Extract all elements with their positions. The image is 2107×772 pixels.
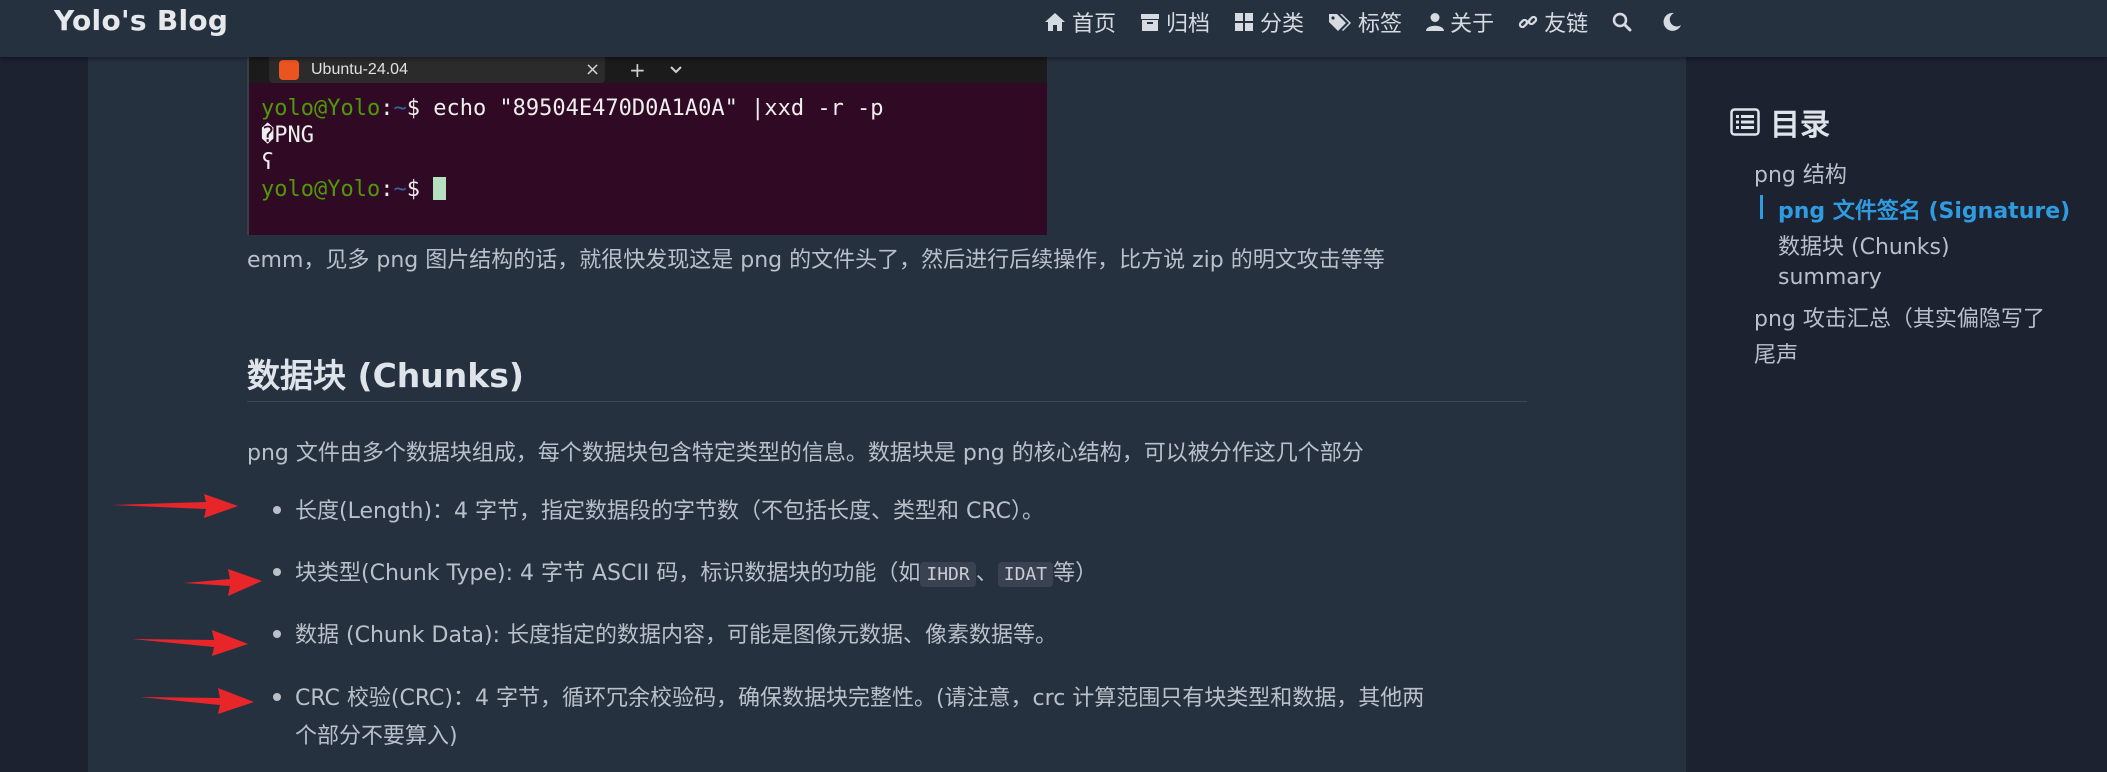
- toc-item[interactable]: png 结构: [1754, 157, 1847, 189]
- close-icon: ×: [585, 59, 601, 80]
- list-item: 数据 (Chunk Data): 长度指定的数据内容，可能是图像元数据、像素数据…: [273, 617, 1057, 655]
- list-item: 块类型(Chunk Type): 4 字节 ASCII 码，标识数据块的功能（如…: [273, 555, 1097, 594]
- paragraph-intro: emm，见多 png 图片结构的话，就很快发现这是 png 的文件头了，然后进行…: [247, 248, 1385, 273]
- toc-title-label: 目录: [1770, 108, 1830, 143]
- nav-item-about-label: 关于: [1450, 12, 1495, 37]
- archive-icon: [1141, 14, 1160, 31]
- user-icon: [1426, 13, 1445, 31]
- article-panel: Ubuntu-24.04 × + yolo@Yolo:~$ echo "8950…: [88, 57, 1686, 772]
- moon-icon: [1663, 12, 1682, 31]
- terminal-output-line: ʕ: [261, 150, 275, 175]
- terminal-sep: :: [380, 96, 394, 121]
- list-item-text-part: 等）: [1053, 561, 1098, 586]
- nav-item-friends[interactable]: 友链: [1518, 6, 1588, 38]
- link-icon: [1518, 15, 1538, 29]
- red-arrow-annotation: [112, 494, 238, 518]
- bullet-dot: [273, 693, 281, 701]
- terminal-command: $ echo "89504E470D0A1A0A" |xxd -r -p: [406, 96, 884, 121]
- nav-item-friends-label: 友链: [1544, 12, 1589, 37]
- toc-item[interactable]: 数据块 (Chunks): [1778, 229, 1950, 261]
- theme-toggle-button[interactable]: [1662, 12, 1682, 32]
- nav-menu: 首页 归档 分类 标签 关于 友链: [1044, 6, 1712, 38]
- terminal-tab: Ubuntu-24.04 ×: [269, 57, 605, 83]
- plus-icon: +: [629, 58, 646, 82]
- list-item: CRC 校验(CRC)：4 字节，循环冗余校验码，确保数据块完整性。(请注意，c…: [273, 680, 1424, 756]
- terminal-output-line: �PNG: [261, 123, 314, 148]
- list-item-text: CRC 校验(CRC)：4 字节，循环冗余校验码，确保数据块完整性。(请注意，c…: [295, 680, 1424, 756]
- site-brand[interactable]: Yolo's Blog: [54, 4, 228, 37]
- toc-active-indicator: [1760, 195, 1763, 219]
- table-of-contents: 目录: [1730, 100, 1830, 144]
- nav-item-tags[interactable]: 标签: [1328, 6, 1402, 38]
- nav-item-archive-label: 归档: [1166, 12, 1211, 37]
- search-button[interactable]: [1612, 12, 1632, 32]
- nav-item-home-label: 首页: [1072, 12, 1117, 37]
- toc-item[interactable]: summary: [1778, 265, 1882, 290]
- inline-code: IHDR: [920, 562, 976, 587]
- bullet-dot: [273, 568, 281, 576]
- toc-item[interactable]: png 攻击汇总（其实偏隐写了: [1754, 301, 2045, 333]
- list-item-text: 块类型(Chunk Type): 4 字节 ASCII 码，标识数据块的功能（如…: [295, 555, 1097, 594]
- nav-item-tags-label: 标签: [1358, 12, 1403, 37]
- bullet-dot: [273, 630, 281, 638]
- terminal-sep: :: [380, 177, 394, 202]
- section-heading: 数据块 (Chunks): [247, 356, 524, 395]
- list-item: 长度(Length)：4 字节，指定数据段的字节数（不包括长度、类型和 CRC）…: [273, 493, 1044, 531]
- inline-code: IDAT: [997, 562, 1054, 587]
- top-navbar: Yolo's Blog 首页 归档 分类 标签 关于 友链: [0, 0, 2107, 57]
- nav-item-home[interactable]: 首页: [1044, 6, 1116, 38]
- list-item-text: 数据 (Chunk Data): 长度指定的数据内容，可能是图像元数据、像素数据…: [295, 623, 1058, 648]
- toc-item-active[interactable]: png 文件签名 (Signature): [1778, 193, 2070, 225]
- chevron-down-icon: [669, 57, 683, 91]
- terminal-prompt: $: [406, 177, 434, 202]
- terminal-output: yolo@Yolo:~$ echo "89504E470D0A1A0A" |xx…: [261, 95, 884, 203]
- terminal-tabbar: Ubuntu-24.04 × +: [249, 57, 1047, 83]
- terminal-user: yolo@Yolo: [261, 96, 381, 121]
- terminal-cursor: [433, 177, 447, 200]
- nav-item-categories[interactable]: 分类: [1234, 6, 1304, 38]
- tags-icon: [1329, 14, 1352, 31]
- terminal-path: ~: [393, 96, 407, 121]
- list-icon: [1730, 108, 1760, 136]
- toc-title: 目录: [1730, 100, 1830, 144]
- home-icon: [1045, 13, 1065, 31]
- terminal-tab-title: Ubuntu-24.04: [311, 61, 408, 78]
- list-item-text-line: 个部分不要算入): [295, 724, 458, 749]
- nav-item-about[interactable]: 关于: [1426, 6, 1494, 38]
- list-item-text-part: 、: [975, 561, 998, 586]
- toc-item[interactable]: 尾声: [1754, 337, 1798, 369]
- bullet-dot: [273, 506, 281, 514]
- paragraph-chunks: png 文件由多个数据块组成，每个数据块包含特定类型的信息。数据块是 png 的…: [247, 441, 1364, 466]
- nav-item-categories-label: 分类: [1260, 12, 1305, 37]
- list-item-text-part: 块类型(Chunk Type): 4 字节 ASCII 码，标识数据块的功能（如: [295, 561, 921, 586]
- list-item-text-line: CRC 校验(CRC)：4 字节，循环冗余校验码，确保数据块完整性。(请注意，c…: [295, 686, 1425, 711]
- list-item-text: 长度(Length)：4 字节，指定数据段的字节数（不包括长度、类型和 CRC）…: [295, 499, 1044, 524]
- red-arrow-annotation: [140, 688, 254, 714]
- search-icon: [1612, 12, 1632, 32]
- heading-divider: [247, 401, 1527, 402]
- categories-icon: [1235, 13, 1254, 31]
- terminal-user: yolo@Yolo: [261, 177, 381, 202]
- nav-item-archive[interactable]: 归档: [1140, 6, 1210, 38]
- terminal-path: ~: [393, 177, 407, 202]
- red-arrow-annotation: [132, 630, 248, 656]
- terminal-screenshot: Ubuntu-24.04 × + yolo@Yolo:~$ echo "8950…: [247, 57, 1047, 235]
- red-arrow-annotation: [184, 569, 262, 596]
- ubuntu-icon: [279, 60, 299, 80]
